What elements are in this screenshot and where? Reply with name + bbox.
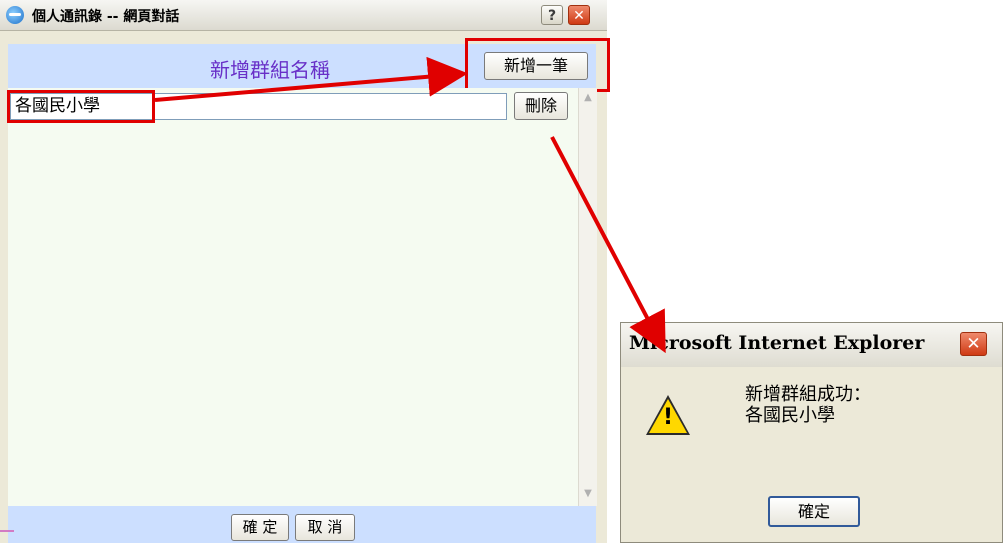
alert-title: Microsoft Internet Explorer xyxy=(629,332,925,354)
scroll-down-icon[interactable]: ▼ xyxy=(580,486,596,502)
help-button[interactable]: ? xyxy=(541,5,563,25)
scroll-up-icon[interactable]: ▲ xyxy=(580,90,596,106)
group-list-area xyxy=(8,88,578,506)
highlight-box-add xyxy=(465,38,610,92)
alert-close-button[interactable]: ✕ xyxy=(960,332,987,356)
ie-alert-window: Microsoft Internet Explorer ✕ ! 新增群組成功： … xyxy=(620,322,1003,543)
exclamation-icon: ! xyxy=(662,405,674,430)
web-dialog-window: 個人通訊錄 -- 網頁對話 ? ✕ 新增群組名稱 新增一筆 各國民小學 刪除 ▲… xyxy=(0,0,610,543)
close-button[interactable]: ✕ xyxy=(568,5,590,25)
vertical-scrollbar[interactable]: ▲ ▼ xyxy=(578,88,597,506)
alert-titlebar: Microsoft Internet Explorer ✕ xyxy=(621,323,1002,367)
dialog-title: 個人通訊錄 -- 網頁對話 xyxy=(32,9,180,25)
dialog-titlebar: 個人通訊錄 -- 網頁對話 ? ✕ xyxy=(0,0,607,31)
header-title: 新增群組名稱 xyxy=(210,58,330,82)
confirm-button[interactable]: 確定 xyxy=(768,496,860,527)
ie-icon xyxy=(6,6,24,24)
alert-message: 新增群組成功： 各國民小學 xyxy=(745,384,871,426)
alert-message-line1: 新增群組成功： xyxy=(745,384,871,405)
edge-accent xyxy=(0,530,14,532)
cancel-button[interactable]: 取 消 xyxy=(295,514,355,541)
delete-button[interactable]: 刪除 xyxy=(514,92,568,120)
dialog-footer: 確 定 取 消 xyxy=(8,506,596,543)
highlight-box-input xyxy=(7,90,155,123)
ok-button[interactable]: 確 定 xyxy=(231,514,289,541)
alert-message-line2: 各國民小學 xyxy=(745,405,835,426)
